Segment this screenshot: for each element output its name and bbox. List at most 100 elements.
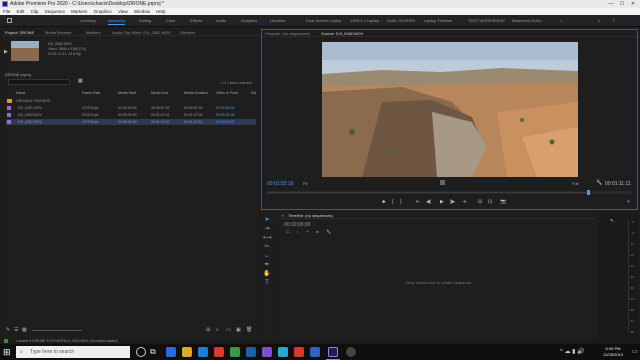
store-icon[interactable] [198, 347, 208, 357]
overwrite-icon[interactable]: ⊡ [488, 199, 492, 205]
home-icon[interactable] [7, 18, 12, 23]
col-media-start[interactable]: Media Start [118, 90, 136, 96]
fit-dropdown[interactable]: Fit [303, 181, 307, 186]
workspace-effects[interactable]: Effects [190, 18, 202, 24]
col-media-end[interactable]: Media End [151, 90, 168, 96]
file-explorer-icon[interactable] [182, 347, 192, 357]
add-marker-icon[interactable]: ⬥ [382, 199, 386, 205]
new-bin-icon[interactable]: ▦ [78, 78, 83, 84]
notifications-icon[interactable]: ▭ [632, 348, 638, 355]
pencil-icon[interactable]: ✎ [6, 327, 10, 333]
workspace-dual-screen-laptop[interactable]: Dual Screen Laptop [306, 18, 341, 24]
wrench-timeline-icon[interactable]: 🔧 [326, 229, 331, 234]
col-name[interactable]: Name [16, 90, 25, 96]
edge-icon[interactable] [166, 347, 176, 357]
go-to-in-icon[interactable]: ⇤ [416, 199, 420, 205]
workspace-laptop-timeline[interactable]: Laptop Timeline [424, 18, 452, 24]
workspace-editing[interactable]: Editing [139, 18, 151, 24]
menu-file[interactable]: File [3, 9, 10, 14]
resolution-dropdown[interactable]: Full [572, 181, 578, 186]
playhead[interactable] [587, 190, 590, 195]
close-timeline-icon[interactable]: ✕ [281, 212, 284, 219]
workspace-assembly[interactable]: Assembly [108, 18, 126, 25]
tab-libraries[interactable]: Libraries [180, 29, 195, 36]
menu-markers[interactable]: Markers [71, 9, 87, 14]
new-item-icon[interactable]: ▣ [236, 327, 241, 333]
insert-icon[interactable]: ⊟ [478, 199, 482, 205]
app-icon-purple[interactable] [262, 347, 272, 357]
wrench-icon[interactable]: 🔧 [596, 180, 602, 186]
workspace-graphics[interactable]: Graphics [241, 18, 257, 24]
acrobat-icon[interactable] [294, 347, 304, 357]
go-to-out-icon[interactable]: ⇥ [462, 199, 466, 205]
selection-tool-icon[interactable]: ➤ [263, 216, 271, 224]
current-timecode[interactable]: 00:01:02:16 [267, 181, 293, 187]
windows-start-icon[interactable]: ⊞ [3, 347, 11, 357]
table-row[interactable]: DJI_0061.MOV 23.976 fps 00:00:00:00 00:0… [6, 105, 256, 111]
mark-in-icon[interactable]: { [392, 199, 394, 205]
video-frame[interactable] [322, 42, 578, 177]
slip-tool-icon[interactable]: ↔ [263, 252, 271, 260]
app-icon-red[interactable] [214, 347, 224, 357]
workspace-color[interactable]: Color [166, 18, 176, 24]
tab-source[interactable]: Source: DJI_0062.MOV [321, 30, 363, 37]
snap-icon[interactable]: ∩ [296, 229, 299, 234]
task-view-icon[interactable]: ⧉ [150, 347, 156, 357]
workspace-dual-screen[interactable]: DUAL SCREEN [387, 18, 415, 24]
trash-icon[interactable]: 🗑 [246, 327, 252, 333]
workspace-learning[interactable]: Learning [80, 18, 96, 24]
find-icon[interactable]: ⌕ [216, 327, 219, 333]
share-icon[interactable]: ⇪ [612, 18, 615, 24]
close-button[interactable]: ✕ [628, 0, 638, 8]
app-icon-blue[interactable] [278, 347, 288, 357]
type-tool-icon[interactable]: T [263, 279, 271, 287]
table-row-selected[interactable]: DJI_0062.MOV 23.976 fps 00:00:00:00 00:0… [6, 119, 256, 125]
search-icon[interactable]: ⌕ [598, 18, 600, 24]
button-editor-icon[interactable]: + [627, 199, 630, 205]
app-icon-gray[interactable] [346, 347, 356, 357]
table-row[interactable]: ORIGINAL FOOTAGE [6, 98, 256, 104]
col-video-in-point[interactable]: Video In Point [216, 90, 238, 96]
col-frame-rate[interactable]: Frame Rate [82, 90, 100, 96]
tab-markers[interactable]: Markers [86, 29, 100, 36]
razor-tool-icon[interactable]: ✂ [263, 243, 271, 251]
new-bin-button-icon[interactable]: ▭ [226, 327, 231, 333]
menu-graphics[interactable]: Graphics [94, 9, 112, 14]
menu-help[interactable]: Help [156, 9, 165, 14]
tab-media-browser[interactable]: Media Browser [45, 29, 72, 36]
pen-tool-icon[interactable]: ✒ [263, 261, 271, 269]
workspace-libraries[interactable]: Libraries [270, 18, 285, 24]
add-marker-timeline-icon[interactable]: ⬥ [316, 229, 319, 234]
col-media-duration[interactable]: Media Duration [184, 90, 208, 96]
col-video-truncated[interactable]: Vid [251, 90, 256, 96]
automate-to-sequence-icon[interactable]: ⊞ [206, 327, 210, 333]
project-search-input[interactable] [8, 79, 70, 85]
maximize-button[interactable]: ☐ [617, 0, 627, 8]
menu-sequence[interactable]: Sequence [45, 9, 65, 14]
menu-window[interactable]: Window [134, 9, 150, 14]
taskbar-search-input[interactable]: ⌕ Type here to search [16, 346, 130, 358]
minimize-button[interactable]: — [606, 0, 616, 8]
workspace-audio[interactable]: Audio [216, 18, 226, 24]
word-icon[interactable] [246, 347, 256, 357]
workspace-test[interactable]: TEST WORKSPACE [468, 18, 505, 24]
ripple-edit-tool-icon[interactable]: ⟷ [263, 234, 272, 242]
tab-project[interactable]: Project: DRONE [5, 29, 34, 36]
export-frame-icon[interactable]: 📷 [500, 199, 506, 205]
tab-audio-clip-mixer[interactable]: Audio Clip Mixer: DJI_0062.MOV [112, 29, 171, 36]
mark-out-icon[interactable]: } [400, 199, 402, 205]
workspace-video-4-laptop[interactable]: VIDEO 4 Laptop [350, 18, 379, 24]
timeline-timecode[interactable]: 00;00;00;00 [284, 222, 310, 228]
step-back-icon[interactable]: ◀| [426, 199, 431, 205]
premiere-taskbar-icon[interactable] [328, 347, 338, 357]
hand-tool-icon[interactable]: ✋ [263, 270, 271, 278]
workspace-basement-dual[interactable]: Basement DUAL [512, 18, 542, 24]
playhead-scrubber[interactable] [267, 190, 632, 195]
tab-program[interactable]: Program: (no sequences) [265, 30, 310, 37]
drag-video-only-icon[interactable] [440, 180, 445, 185]
play-thumbnail-icon[interactable]: ▶ [4, 49, 8, 55]
play-icon[interactable]: ▶ [440, 199, 444, 205]
zoom-slider[interactable] [32, 330, 82, 331]
nest-icon[interactable]: ⊏ [286, 229, 289, 234]
menu-view[interactable]: View [118, 9, 128, 14]
